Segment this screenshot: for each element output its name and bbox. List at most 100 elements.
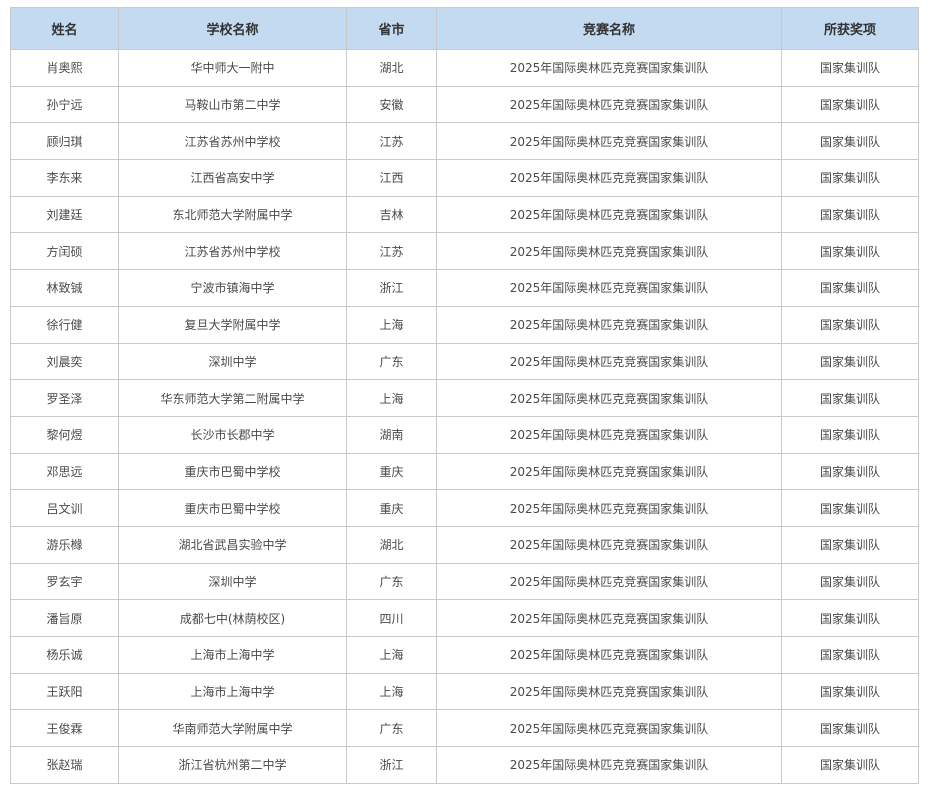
- table-row: 邓思远 重庆市巴蜀中学校 重庆 2025年国际奥林匹克竞赛国家集训队 国家集训队: [10, 452, 919, 491]
- cell-school: 宁波市镇海中学: [118, 269, 347, 307]
- cell-award: 国家集训队: [781, 525, 919, 564]
- cell-school: 上海市上海中学: [118, 672, 347, 711]
- table-row: 方闰硕 江苏省苏州中学校 江苏 2025年国际奥林匹克竞赛国家集训队 国家集训队: [10, 232, 919, 271]
- cell-award: 国家集训队: [781, 85, 919, 124]
- cell-name: 黎何煜: [10, 415, 119, 454]
- cell-province: 上海: [346, 636, 437, 674]
- table-row: 黎何煜 长沙市长郡中学 湖南 2025年国际奥林匹克竞赛国家集训队 国家集训队: [10, 415, 919, 454]
- cell-competition: 2025年国际奥林匹克竞赛国家集训队: [436, 195, 782, 234]
- cell-province: 安徽: [346, 85, 437, 124]
- cell-name: 李东来: [10, 159, 119, 197]
- cell-province: 湖南: [346, 415, 437, 454]
- cell-province: 重庆: [346, 452, 437, 491]
- cell-award: 国家集训队: [781, 489, 919, 527]
- cell-name: 方闰硕: [10, 232, 119, 271]
- cell-province: 广东: [346, 709, 437, 748]
- cell-school: 马鞍山市第二中学: [118, 85, 347, 124]
- cell-competition: 2025年国际奥林匹克竞赛国家集训队: [436, 269, 782, 307]
- cell-name: 刘建廷: [10, 195, 119, 234]
- cell-name: 游乐橼: [10, 525, 119, 564]
- header-row: 姓名 学校名称 省市 竞赛名称 所获奖项: [10, 7, 919, 50]
- cell-competition: 2025年国际奥林匹克竞赛国家集训队: [436, 232, 782, 271]
- cell-award: 国家集训队: [781, 746, 919, 784]
- cell-award: 国家集训队: [781, 415, 919, 454]
- cell-name: 邓思远: [10, 452, 119, 491]
- table-row: 徐行健 复旦大学附属中学 上海 2025年国际奥林匹克竞赛国家集训队 国家集训队: [10, 305, 919, 344]
- cell-competition: 2025年国际奥林匹克竞赛国家集训队: [436, 415, 782, 454]
- cell-province: 吉林: [346, 195, 437, 234]
- cell-school: 浙江省杭州第二中学: [118, 746, 347, 784]
- table-row: 孙宁远 马鞍山市第二中学 安徽 2025年国际奥林匹克竞赛国家集训队 国家集训队: [10, 85, 919, 124]
- cell-school: 华南师范大学附属中学: [118, 709, 347, 748]
- table-row: 游乐橼 湖北省武昌实验中学 湖北 2025年国际奥林匹克竞赛国家集训队 国家集训队: [10, 525, 919, 564]
- table-body: 肖奥熙 华中师大一附中 湖北 2025年国际奥林匹克竞赛国家集训队 国家集训队 孙宁远 马鞍…: [10, 49, 919, 784]
- table-row: 肖奥熙 华中师大一附中 湖北 2025年国际奥林匹克竞赛国家集训队 国家集训队: [10, 49, 919, 87]
- cell-province: 江苏: [346, 122, 437, 161]
- cell-school: 江苏省苏州中学校: [118, 122, 347, 161]
- cell-name: 吕文训: [10, 489, 119, 527]
- cell-competition: 2025年国际奥林匹克竞赛国家集训队: [436, 342, 782, 381]
- awards-table-container: 姓名 学校名称 省市 竞赛名称 所获奖项 肖奥熙 华中师大一附中 湖北 2025年国际…: [10, 7, 919, 784]
- cell-province: 广东: [346, 342, 437, 381]
- cell-name: 孙宁远: [10, 85, 119, 124]
- column-header-competition: 竞赛名称: [436, 7, 782, 50]
- cell-name: 杨乐诚: [10, 636, 119, 674]
- cell-name: 王跃阳: [10, 672, 119, 711]
- table-header: 姓名 学校名称 省市 竞赛名称 所获奖项: [10, 7, 919, 50]
- cell-province: 四川: [346, 599, 437, 637]
- cell-award: 国家集训队: [781, 672, 919, 711]
- cell-award: 国家集训队: [781, 342, 919, 381]
- cell-name: 刘晨奕: [10, 342, 119, 381]
- cell-school: 成都七中(林荫校区): [118, 599, 347, 637]
- cell-province: 江西: [346, 159, 437, 197]
- cell-province: 上海: [346, 379, 437, 417]
- cell-school: 江西省高安中学: [118, 159, 347, 197]
- cell-province: 重庆: [346, 489, 437, 527]
- cell-award: 国家集训队: [781, 232, 919, 271]
- cell-competition: 2025年国际奥林匹克竞赛国家集训队: [436, 122, 782, 161]
- table-row: 刘建廷 东北师范大学附属中学 吉林 2025年国际奥林匹克竞赛国家集训队 国家集训队: [10, 195, 919, 234]
- cell-award: 国家集训队: [781, 709, 919, 748]
- cell-school: 复旦大学附属中学: [118, 305, 347, 344]
- cell-award: 国家集训队: [781, 49, 919, 87]
- cell-award: 国家集训队: [781, 379, 919, 417]
- table-row: 顾归琪 江苏省苏州中学校 江苏 2025年国际奥林匹克竞赛国家集训队 国家集训队: [10, 122, 919, 161]
- awards-table: 姓名 学校名称 省市 竞赛名称 所获奖项 肖奥熙 华中师大一附中 湖北 2025年国际…: [10, 7, 919, 784]
- cell-competition: 2025年国际奥林匹克竞赛国家集训队: [436, 525, 782, 564]
- cell-school: 重庆市巴蜀中学校: [118, 452, 347, 491]
- table-row: 林致铖 宁波市镇海中学 浙江 2025年国际奥林匹克竞赛国家集训队 国家集训队: [10, 269, 919, 307]
- table-row: 罗圣泽 华东师范大学第二附属中学 上海 2025年国际奥林匹克竞赛国家集训队 国家集训队: [10, 379, 919, 417]
- cell-province: 浙江: [346, 746, 437, 784]
- cell-province: 广东: [346, 562, 437, 601]
- table-row: 李东来 江西省高安中学 江西 2025年国际奥林匹克竞赛国家集训队 国家集训队: [10, 159, 919, 197]
- table-row: 王跃阳 上海市上海中学 上海 2025年国际奥林匹克竞赛国家集训队 国家集训队: [10, 672, 919, 711]
- cell-name: 罗玄宇: [10, 562, 119, 601]
- cell-school: 江苏省苏州中学校: [118, 232, 347, 271]
- column-header-school: 学校名称: [118, 7, 347, 50]
- cell-competition: 2025年国际奥林匹克竞赛国家集训队: [436, 85, 782, 124]
- cell-province: 湖北: [346, 49, 437, 87]
- column-header-award: 所获奖项: [781, 7, 919, 50]
- cell-province: 上海: [346, 305, 437, 344]
- cell-school: 东北师范大学附属中学: [118, 195, 347, 234]
- cell-competition: 2025年国际奥林匹克竞赛国家集训队: [436, 709, 782, 748]
- table-row: 罗玄宇 深圳中学 广东 2025年国际奥林匹克竞赛国家集训队 国家集训队: [10, 562, 919, 601]
- cell-name: 王俊霖: [10, 709, 119, 748]
- column-header-province: 省市: [346, 7, 437, 50]
- cell-school: 深圳中学: [118, 562, 347, 601]
- cell-school: 湖北省武昌实验中学: [118, 525, 347, 564]
- cell-award: 国家集训队: [781, 269, 919, 307]
- cell-competition: 2025年国际奥林匹克竞赛国家集训队: [436, 636, 782, 674]
- cell-competition: 2025年国际奥林匹克竞赛国家集训队: [436, 452, 782, 491]
- cell-competition: 2025年国际奥林匹克竞赛国家集训队: [436, 379, 782, 417]
- cell-name: 潘旨原: [10, 599, 119, 637]
- cell-school: 深圳中学: [118, 342, 347, 381]
- cell-province: 江苏: [346, 232, 437, 271]
- cell-award: 国家集训队: [781, 305, 919, 344]
- table-row: 吕文训 重庆市巴蜀中学校 重庆 2025年国际奥林匹克竞赛国家集训队 国家集训队: [10, 489, 919, 527]
- cell-school: 重庆市巴蜀中学校: [118, 489, 347, 527]
- cell-competition: 2025年国际奥林匹克竞赛国家集训队: [436, 489, 782, 527]
- column-header-name: 姓名: [10, 7, 119, 50]
- cell-competition: 2025年国际奥林匹克竞赛国家集训队: [436, 672, 782, 711]
- cell-province: 浙江: [346, 269, 437, 307]
